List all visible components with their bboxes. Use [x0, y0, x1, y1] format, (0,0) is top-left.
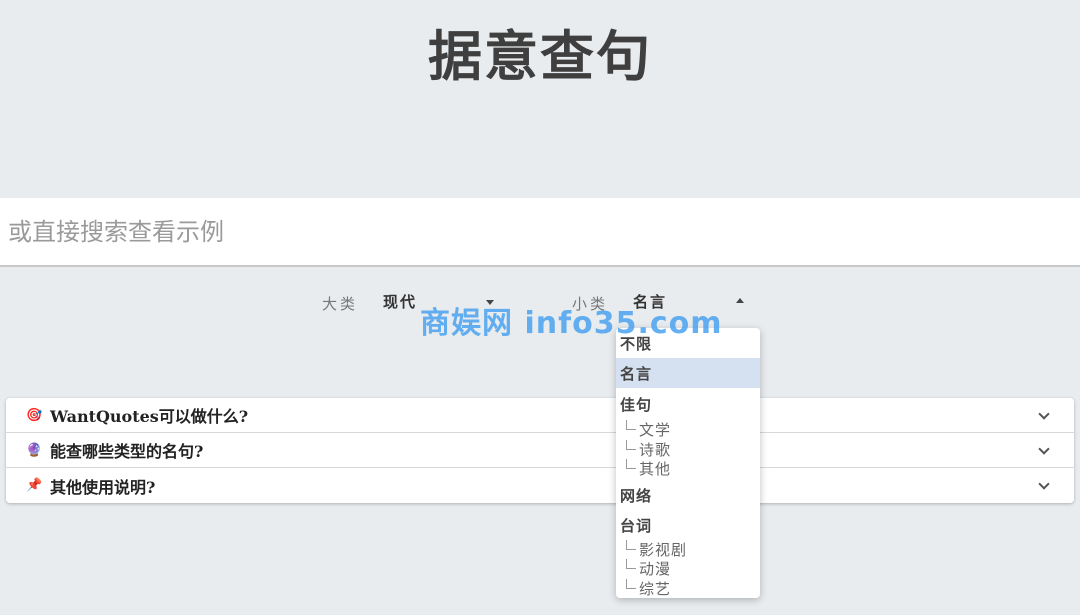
tree-branch-icon	[626, 459, 636, 469]
suboption-label: 动漫	[639, 559, 672, 578]
faq-item-types[interactable]: 🔮 能查哪些类型的名句?	[6, 433, 1074, 468]
chevron-down-icon[interactable]	[1038, 478, 1050, 490]
chevron-down-icon[interactable]	[1038, 443, 1050, 455]
pushpin-icon: 📌	[26, 478, 43, 493]
faq-title: WantQuotes可以做什么?	[50, 407, 249, 426]
target-icon: 🎯	[26, 407, 43, 423]
major-category-label: 大类	[322, 295, 359, 313]
dropdown-suboption-other[interactable]: 其他	[626, 458, 671, 478]
dropdown-suboption-variety[interactable]: 综艺	[626, 578, 671, 598]
page-title: 据意查句	[428, 24, 652, 88]
major-category-select[interactable]: 现代	[383, 291, 417, 312]
search-input[interactable]	[0, 198, 1080, 265]
faq-title: 其他使用说明?	[50, 477, 156, 497]
faq-accordion: 🎯 WantQuotes可以做什么? 🔮 能查哪些类型的名句? 📌 其他使用说明…	[6, 398, 1074, 503]
dropdown-option-quotes[interactable]: 名言	[616, 358, 760, 388]
tree-branch-icon	[626, 579, 636, 589]
tree-branch-icon	[626, 420, 636, 430]
dropdown-suboption-anime[interactable]: 动漫	[626, 558, 671, 578]
chevron-down-icon[interactable]	[1038, 408, 1050, 420]
dropdown-option-internet[interactable]: 网络	[616, 480, 760, 510]
minor-category-caret-icon[interactable]	[736, 298, 744, 303]
suboption-label: 其他	[639, 459, 672, 478]
faq-title: 能查哪些类型的名句?	[50, 442, 204, 461]
suboption-label: 影视剧	[639, 540, 688, 559]
faq-item-instructions[interactable]: 📌 其他使用说明?	[6, 468, 1074, 503]
crystal-ball-icon: 🔮	[26, 442, 43, 458]
tree-branch-icon	[626, 440, 636, 450]
suboption-label: 文学	[639, 420, 672, 439]
suboption-label: 诗歌	[639, 440, 672, 459]
tree-branch-icon	[626, 559, 636, 569]
minor-category-dropdown: 不限 名言 佳句 文学 诗歌 其他 网络 台词 影视剧 动漫 综艺	[616, 328, 760, 598]
dropdown-option-good-sentences[interactable]: 佳句	[616, 389, 760, 419]
faq-item-capabilities[interactable]: 🎯 WantQuotes可以做什么?	[6, 398, 1074, 433]
suboption-label: 综艺	[639, 579, 672, 598]
dropdown-suboption-tv-film[interactable]: 影视剧	[626, 539, 687, 559]
dropdown-suboption-literature[interactable]: 文学	[626, 419, 671, 439]
watermark: 商娱网 info35.com	[420, 306, 723, 341]
dropdown-suboption-poetry[interactable]: 诗歌	[626, 439, 671, 459]
tree-branch-icon	[626, 540, 636, 550]
dropdown-option-lines[interactable]: 台词	[616, 510, 760, 540]
search-bar	[0, 198, 1080, 267]
